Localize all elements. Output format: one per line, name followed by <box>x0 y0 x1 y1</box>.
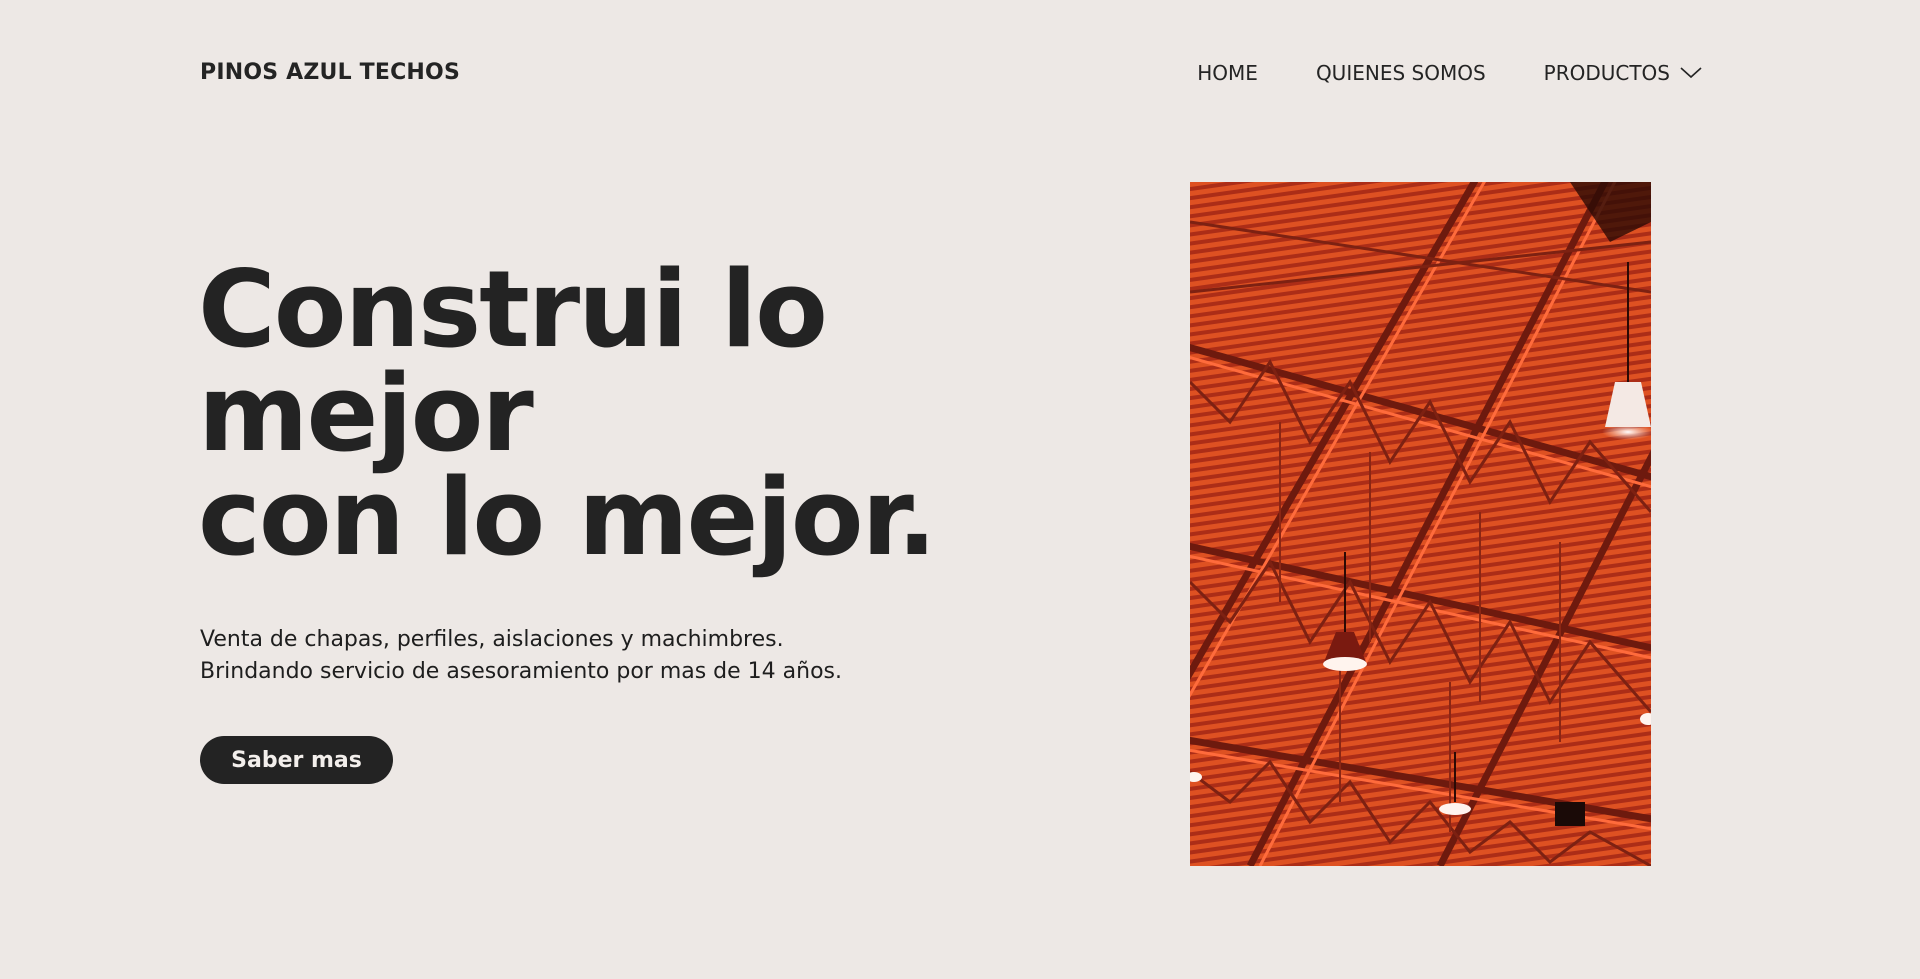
nav-quienes-somos-label: QUIENES SOMOS <box>1315 61 1486 85</box>
landing-page: PINOS AZUL TECHOS HOME QUIENES SOMOS PRO… <box>0 0 1920 979</box>
nav-home-label: HOME <box>1197 61 1258 85</box>
roof-structure-illustration <box>1190 182 1651 866</box>
hero-title-line-1: Construi lo <box>198 248 828 371</box>
nav-home[interactable]: HOME <box>1197 61 1258 85</box>
nav-productos-label: PRODUCTOS <box>1543 61 1670 85</box>
hero-image <box>1190 182 1651 866</box>
hero-title: Construi lo mejor con lo mejor. <box>198 248 937 579</box>
hero-title-line-2: mejor <box>198 352 534 475</box>
nav-quienes-somos[interactable]: QUIENES SOMOS <box>1316 61 1486 85</box>
hero-description-line-1: Venta de chapas, perfiles, aislaciones y… <box>200 627 784 652</box>
brand-logo[interactable]: PINOS AZUL TECHOS <box>200 60 460 85</box>
nav-productos-dropdown[interactable]: PRODUCTOS <box>1544 61 1702 85</box>
hero-title-line-3: con lo mejor. <box>198 456 937 579</box>
main-nav: HOME QUIENES SOMOS PRODUCTOS <box>1197 61 1702 85</box>
hero-description: Venta de chapas, perfiles, aislaciones y… <box>200 624 842 688</box>
saber-mas-button[interactable]: Saber mas <box>200 736 393 784</box>
hero-description-line-2: Brindando servicio de asesoramiento por … <box>200 659 843 684</box>
chevron-down-icon <box>1680 67 1702 79</box>
